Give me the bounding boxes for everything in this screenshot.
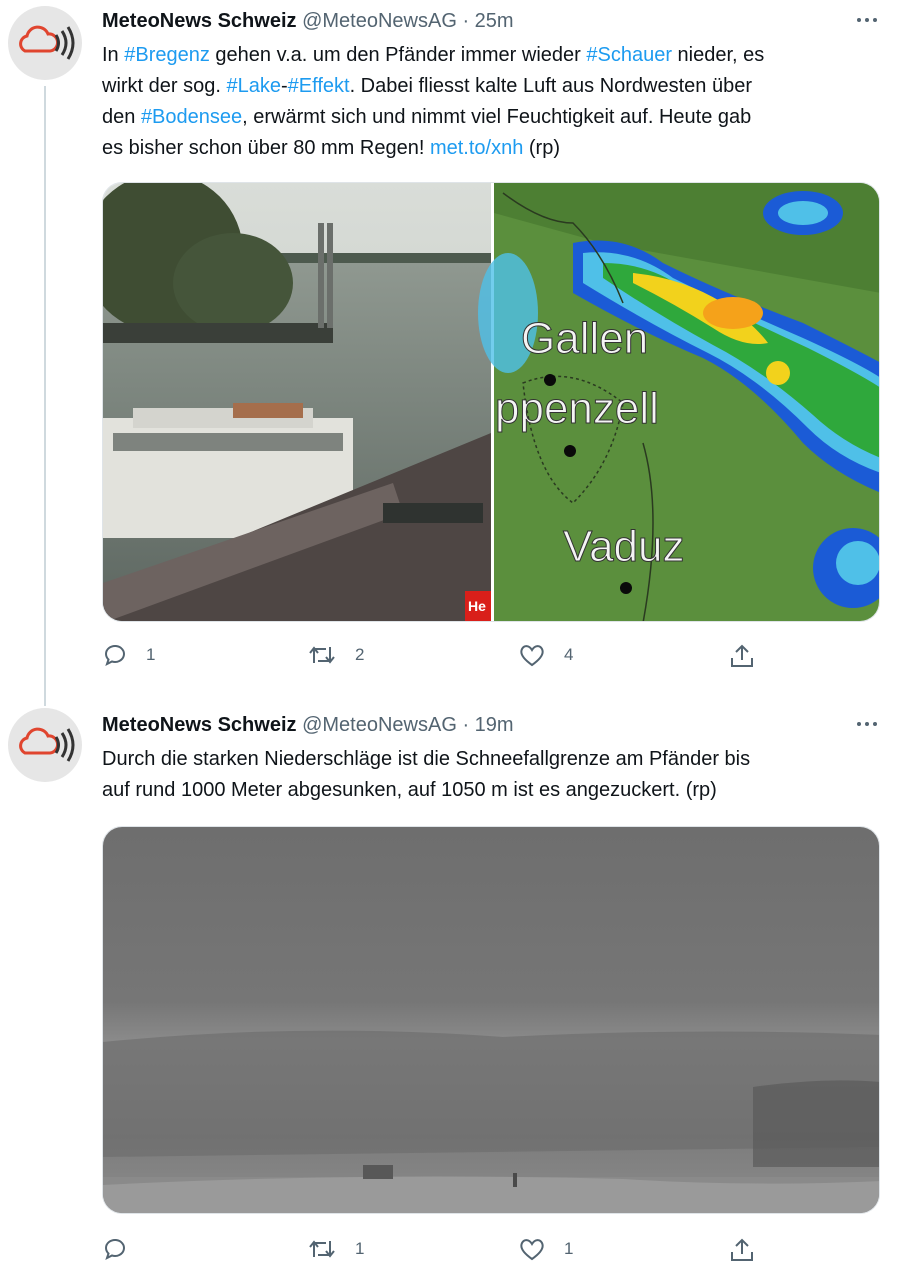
share-upload-icon: [731, 644, 753, 667]
radar-map[interactable]: Gallen ppenzell Vaduz: [478, 183, 880, 622]
author-name[interactable]: MeteoNews Schweiz: [102, 714, 297, 736]
separator-dot: ·: [462, 10, 470, 32]
timestamp[interactable]: 19m: [475, 714, 514, 736]
reply-button[interactable]: [102, 1236, 146, 1262]
tweet-text-line: In #Bregenz gehen v.a. um den Pfänder im…: [102, 44, 765, 66]
more-options-icon[interactable]: [850, 714, 884, 734]
tweet-media[interactable]: [102, 826, 880, 1214]
author-handle[interactable]: @MeteoNewsAG: [302, 714, 457, 736]
hashtag-link[interactable]: #Lake: [226, 75, 281, 97]
author-name[interactable]: MeteoNews Schweiz: [102, 10, 297, 32]
more-options-icon[interactable]: [850, 10, 884, 30]
heart-icon: [520, 1239, 544, 1261]
tweet-text-line: den #Bodensee, erwärmt sich und nimmt vi…: [102, 106, 752, 128]
tweet-media[interactable]: He Gallen ppenzell Vaduz: [102, 182, 880, 622]
url-link[interactable]: met.to/xnh: [430, 137, 523, 159]
avatar[interactable]: [8, 6, 82, 80]
tweet-actions: 1 1: [102, 1236, 802, 1268]
like-button[interactable]: 4: [518, 642, 573, 668]
share-button[interactable]: [728, 1236, 756, 1264]
image-badge: He: [468, 598, 486, 614]
map-label-gallen: Gallen: [521, 314, 648, 363]
speech-bubble-icon: [104, 1238, 125, 1260]
like-button[interactable]: 1: [518, 1236, 573, 1262]
retweet-count: 1: [355, 1239, 365, 1258]
tweet-text-line: auf rund 1000 Meter abgesunken, auf 1050…: [102, 779, 717, 801]
avatar[interactable]: [8, 708, 82, 782]
hashtag-link[interactable]: #Schauer: [586, 44, 672, 66]
retweet-arrows-icon: [309, 646, 335, 664]
tweet-actions: 1 2 4: [102, 642, 802, 674]
speech-bubble-icon: [104, 644, 125, 666]
reply-count: 1: [146, 645, 156, 664]
tweet-text-line: wirkt der sog. #Lake-#Effekt. Dabei flie…: [102, 75, 752, 97]
heart-icon: [520, 645, 544, 667]
tweet-header: MeteoNews Schweiz @MeteoNewsAG · 19m: [102, 712, 514, 738]
hashtag-link[interactable]: #Bodensee: [141, 106, 242, 128]
retweet-arrows-icon: [309, 1240, 335, 1258]
author-handle[interactable]: @MeteoNewsAG: [302, 10, 457, 32]
like-count: 1: [564, 1239, 574, 1258]
like-count: 4: [564, 645, 574, 664]
tweet-text-line: es bisher schon über 80 mm Regen! met.to…: [102, 137, 561, 159]
timestamp[interactable]: 25m: [475, 10, 514, 32]
reply-button[interactable]: 1: [102, 642, 155, 668]
retweet-button[interactable]: 1: [307, 1236, 364, 1262]
tweet-text: In #Bregenz gehen v.a. um den Pfänder im…: [102, 40, 882, 164]
foggy-lake-photo[interactable]: [103, 827, 880, 1214]
tweet-text-line: Durch die starken Niederschläge ist die …: [102, 748, 751, 770]
cloud-broadcast-icon: [19, 25, 75, 60]
hashtag-link[interactable]: #Effekt: [288, 75, 350, 97]
retweet-count: 2: [355, 645, 365, 664]
thread-connector-line: [44, 86, 46, 706]
retweet-button[interactable]: 2: [307, 642, 364, 668]
share-upload-icon: [731, 1238, 753, 1261]
map-label-appenzell: ppenzell: [495, 384, 659, 433]
cloud-broadcast-icon: [19, 727, 75, 762]
harbour-photo[interactable]: He: [103, 183, 493, 622]
tweet-header: MeteoNews Schweiz @MeteoNewsAG · 25m: [102, 8, 514, 34]
share-button[interactable]: [728, 642, 756, 670]
tweet-text: Durch die starken Niederschläge ist die …: [102, 744, 882, 806]
hashtag-link[interactable]: #Bregenz: [124, 44, 210, 66]
map-label-vaduz: Vaduz: [563, 522, 685, 571]
separator-dot: ·: [462, 714, 470, 736]
